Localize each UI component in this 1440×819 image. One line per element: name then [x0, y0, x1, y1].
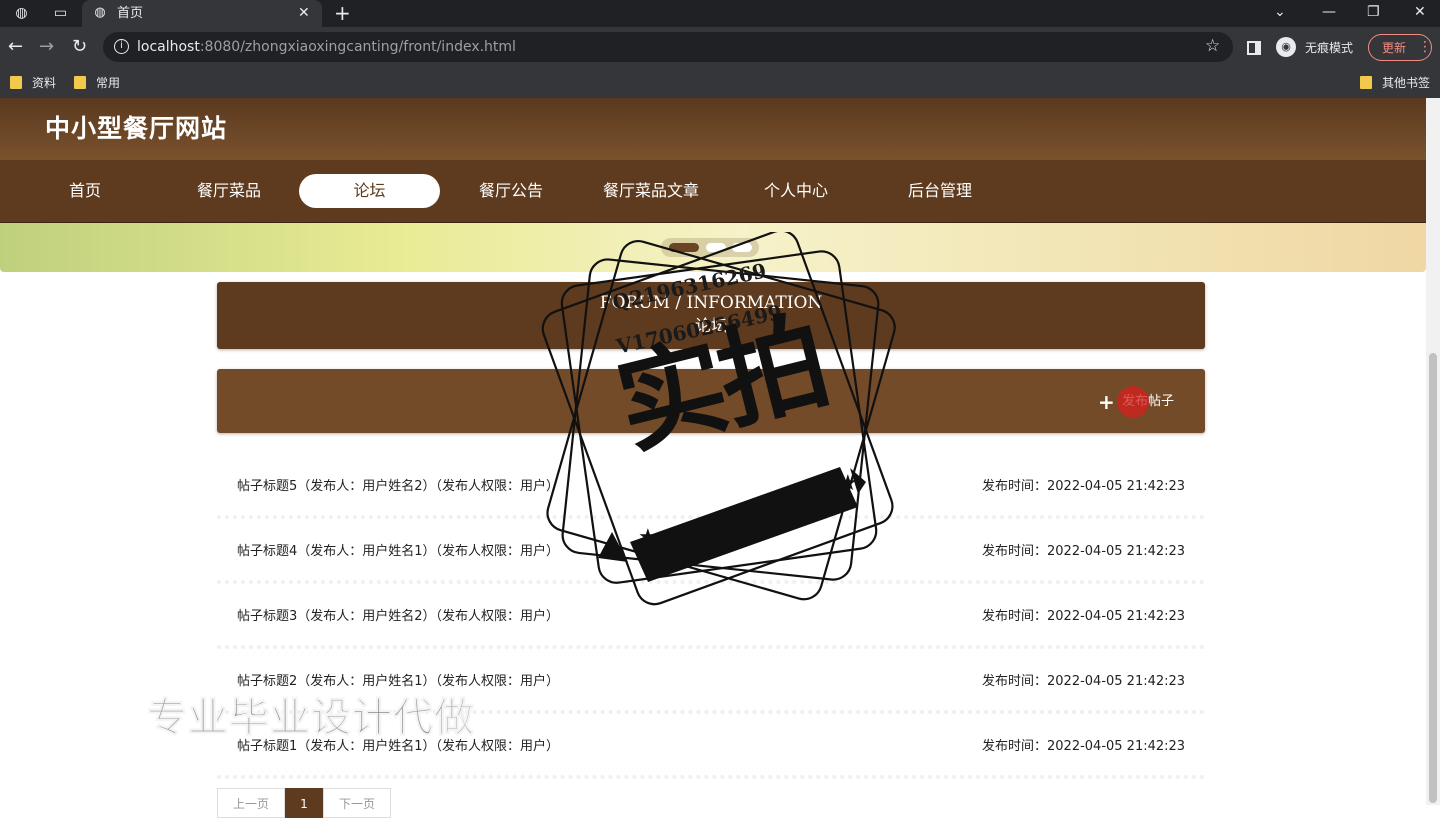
close-icon[interactable]: ✕ [298, 4, 310, 22]
tab-search-icon[interactable]: ▭ [52, 5, 69, 22]
folder-icon [74, 76, 86, 89]
side-panel-icon[interactable] [1247, 41, 1261, 55]
forward-arrow-icon[interactable]: → [39, 37, 54, 57]
info-icon[interactable]: i [114, 39, 129, 54]
plus-icon: + [1098, 390, 1115, 414]
tab-title: 首页 [117, 6, 144, 21]
address-bar[interactable]: i localhost:8080/zhongxiaoxingcanting/fr… [103, 32, 1233, 62]
site-title: 中小型餐厅网站 [45, 114, 228, 143]
url-text[interactable]: localhost:8080/zhongxiaoxingcanting/fron… [137, 38, 516, 56]
globe-icon[interactable]: ◍ [13, 5, 30, 22]
chevron-down-icon[interactable]: ⌄ [1274, 3, 1286, 21]
folder-icon [10, 76, 22, 89]
post-title[interactable]: 帖子标题4（发布人：用户姓名1）（发布人权限：用户） [237, 544, 559, 560]
nav-forum[interactable]: 论坛 [299, 174, 440, 208]
nav-profile[interactable]: 个人中心 [741, 174, 851, 208]
post-time: 发布时间：2022-04-05 21:42:23 [982, 609, 1186, 624]
scrollbar-thumb[interactable] [1429, 353, 1437, 803]
bookmark-star-icon[interactable]: ☆ [1205, 36, 1220, 56]
post-time: 发布时间：2022-04-05 21:42:23 [982, 674, 1186, 689]
page-number-current[interactable]: 1 [285, 788, 323, 818]
next-page-button[interactable]: 下一页 [323, 788, 391, 818]
post-title[interactable]: 帖子标题5（发布人：用户姓名2）（发布人权限：用户） [237, 479, 559, 495]
incognito-icon: ◉ [1276, 37, 1296, 57]
watermark-caption: 专业毕业设计代做 [147, 695, 475, 742]
post-title[interactable]: 帖子标题3（发布人：用户姓名2）（发布人权限：用户） [237, 609, 559, 625]
browser-tab-strip: ◍ ▭ ◍ 首页 ✕ + ⌄ — ❐ ✕ [0, 0, 1440, 27]
update-button[interactable]: 更新 ⋮ [1368, 34, 1432, 61]
click-indicator [1117, 386, 1149, 418]
nav-home[interactable]: 首页 [30, 174, 140, 208]
nav-dishes[interactable]: 餐厅菜品 [174, 174, 284, 208]
window-close-icon[interactable]: ✕ [1414, 3, 1426, 21]
restore-icon[interactable]: ❐ [1367, 3, 1380, 21]
bookmarks-bar: 资料 常用 其他书签 [0, 68, 1440, 98]
site-header: 中小型餐厅网站 [0, 98, 1440, 160]
browser-tab[interactable]: ◍ 首页 ✕ [82, 0, 322, 27]
post-time: 发布时间：2022-04-05 21:42:23 [982, 544, 1186, 559]
folder-icon [1360, 76, 1372, 89]
new-tab-icon[interactable]: + [334, 2, 351, 24]
more-menu-icon[interactable]: ⋮ [1418, 39, 1432, 55]
browser-toolbar: ← → ↻ i localhost:8080/zhongxiaoxingcant… [0, 27, 1440, 68]
post-title[interactable]: 帖子标题2（发布人：用户姓名1）（发布人权限：用户） [237, 674, 559, 690]
post-time: 发布时间：2022-04-05 21:42:23 [982, 479, 1186, 494]
nav-admin[interactable]: 后台管理 [885, 174, 995, 208]
globe-icon: ◍ [94, 5, 106, 20]
nav-notices[interactable]: 餐厅公告 [456, 174, 566, 208]
incognito-label: 无痕模式 [1305, 41, 1354, 55]
page-scrollbar[interactable] [1426, 98, 1440, 805]
star-icon: ★ [638, 525, 658, 550]
update-label: 更新 [1382, 41, 1407, 55]
prev-page-button[interactable]: 上一页 [217, 788, 285, 818]
main-nav: 首页 餐厅菜品 论坛 餐厅公告 餐厅菜品文章 个人中心 后台管理 [0, 160, 1440, 223]
post-time: 发布时间：2022-04-05 21:42:23 [982, 739, 1186, 754]
back-arrow-icon[interactable]: ← [8, 37, 23, 57]
nav-articles[interactable]: 餐厅菜品文章 [590, 174, 712, 208]
star-icon: ★ [838, 471, 858, 496]
minimize-icon[interactable]: — [1322, 3, 1336, 21]
reload-icon[interactable]: ↻ [72, 37, 87, 57]
